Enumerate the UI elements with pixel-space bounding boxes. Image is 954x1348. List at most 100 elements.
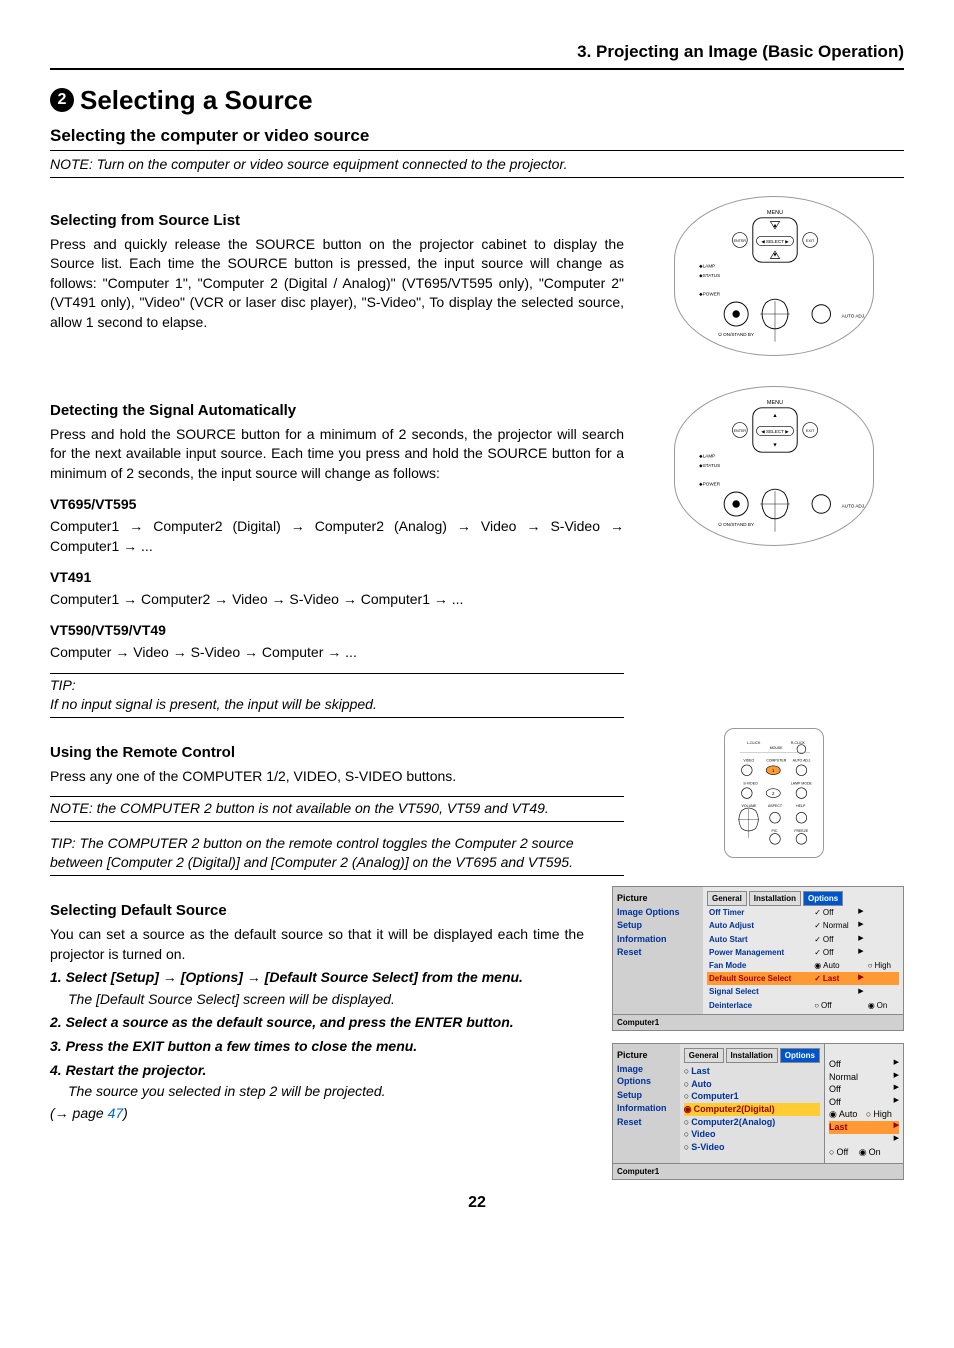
tab-options[interactable]: Options (803, 891, 843, 906)
opt-c2a[interactable]: Computer2(Analog) (684, 1116, 820, 1129)
svg-text:R-CLICK: R-CLICK (791, 741, 806, 745)
main-title: 2 Selecting a Source (50, 82, 904, 118)
auto-detect-heading: Detecting the Signal Automatically (50, 400, 624, 421)
svg-text:EXIT: EXIT (806, 238, 815, 242)
svg-text:▼: ▼ (772, 442, 778, 448)
svg-text:L-CLICK: L-CLICK (747, 741, 761, 745)
menu-footer-2: Computer1 (613, 1163, 903, 1179)
section-number-badge: 2 (50, 88, 74, 112)
model-vt491-heading: VT491 (50, 568, 624, 588)
svg-text:◆POWER: ◆POWER (699, 481, 721, 486)
step-3: 3. Press the EXIT button a few times to … (50, 1037, 584, 1057)
opt-svideo[interactable]: S-Video (684, 1141, 820, 1154)
svg-text:AUTO ADJ.: AUTO ADJ. (842, 313, 866, 318)
step-2: 2. Select a source as the default source… (50, 1013, 584, 1033)
step-1-desc: The [Default Source Select] screen will … (68, 990, 584, 1010)
nav-setup-2[interactable]: Setup (617, 1089, 676, 1102)
svg-text:LAMP MODE: LAMP MODE (791, 781, 813, 785)
tip-text: If no input signal is present, the input… (50, 695, 624, 715)
svg-text:COMPUTER: COMPUTER (766, 758, 787, 762)
svg-text:◆POWER: ◆POWER (699, 291, 721, 296)
svg-text:ENTER: ENTER (734, 238, 747, 242)
main-title-text: Selecting a Source (80, 82, 313, 118)
source-list-body: Press and quickly release the SOURCE but… (50, 235, 624, 333)
nav-reset[interactable]: Reset (617, 946, 699, 959)
nav-setup[interactable]: Setup (617, 919, 699, 932)
options-table: Off TimerOff Auto AdjustNormal Auto Star… (707, 906, 899, 1012)
remote-body: Press any one of the COMPUTER 1/2, VIDEO… (50, 767, 624, 787)
subsection-heading: Selecting the computer or video source (50, 124, 904, 151)
default-source-heading: Selecting Default Source (50, 900, 584, 921)
svg-text:MENU: MENU (767, 400, 783, 406)
svg-text:S-VIDEO: S-VIDEO (743, 781, 758, 785)
svg-text:MOUSE: MOUSE (770, 746, 784, 750)
opt-last[interactable]: Last (684, 1065, 820, 1078)
svg-text:AUTO ADJ.: AUTO ADJ. (842, 503, 866, 508)
svg-text:ENTER: ENTER (734, 428, 747, 432)
tip-box-1: TIP: If no input signal is present, the … (50, 673, 624, 718)
menu-footer: Computer1 (613, 1014, 903, 1030)
menu-nav: Picture Image Options Setup Information … (613, 887, 703, 1014)
svg-text:◆LAMP: ◆LAMP (699, 263, 715, 268)
opt-video[interactable]: Video (684, 1128, 820, 1141)
svg-text:PIC.: PIC. (771, 829, 778, 833)
menu-nav-2: Picture Image Options Setup Information … (613, 1044, 680, 1163)
page-number: 22 (50, 1192, 904, 1214)
menu-tabs: General Installation Options (707, 889, 899, 906)
nav-picture[interactable]: Picture (617, 892, 699, 905)
tab-installation[interactable]: Installation (749, 891, 801, 906)
svg-text:AUTO ADJ.: AUTO ADJ. (793, 758, 811, 762)
svg-text:HELP: HELP (796, 804, 806, 808)
svg-text:FREEZE: FREEZE (794, 829, 809, 833)
svg-text:◀ SELECT ▶: ◀ SELECT ▶ (761, 238, 789, 243)
opt-c2d[interactable]: Computer2(Digital) (684, 1103, 820, 1116)
opt-auto[interactable]: Auto (684, 1078, 820, 1091)
source-list-heading: Selecting from Source List (50, 210, 624, 231)
label-menu: MENU (767, 210, 783, 216)
remote-control-diagram: L-CLICK R-CLICK MOUSE VIDEO COMPUTER AUT… (724, 728, 824, 858)
remote-heading: Using the Remote Control (50, 742, 624, 763)
projector-panel-diagram-1: MENU ◀ SELECT ▶ ▲ ▼ ENTER EXIT ◆LAMP ◆ST… (674, 196, 874, 356)
nav-image-options-2[interactable]: Image Options (617, 1063, 676, 1088)
svg-text:EXIT: EXIT (806, 428, 815, 432)
projector-panel-diagram-2: MENU ◀ SELECT ▶ ▲ ▼ ENTER EXIT ◆LAMP ◆ST… (674, 386, 874, 546)
svg-text:▼: ▼ (772, 252, 778, 258)
menu-screenshot-default-source: Picture Image Options Setup Information … (612, 1043, 904, 1180)
default-source-intro: You can set a source as the default sour… (50, 925, 584, 964)
svg-text:◆STATUS: ◆STATUS (699, 273, 720, 278)
menu-screenshot-options: Picture Image Options Setup Information … (612, 886, 904, 1031)
svg-text:⏻ ON/STAND BY: ⏻ ON/STAND BY (718, 332, 754, 337)
svg-text:ASPECT: ASPECT (768, 804, 783, 808)
svg-text:VOLUME: VOLUME (742, 804, 758, 808)
remote-note: NOTE: the COMPUTER 2 button is not avail… (50, 796, 624, 822)
nav-picture-2[interactable]: Picture (617, 1049, 676, 1062)
svg-text:VIDEO: VIDEO (743, 758, 754, 762)
svg-text:2: 2 (772, 791, 775, 796)
auto-detect-body: Press and hold the SOURCE button for a m… (50, 425, 624, 484)
step-4: 4. Restart the projector. (50, 1061, 584, 1081)
nav-information-2[interactable]: Information (617, 1102, 676, 1115)
step-1: 1. Select [Setup] → [Options] → [Default… (50, 968, 584, 988)
svg-text:◆STATUS: ◆STATUS (699, 463, 720, 468)
tab-general[interactable]: General (707, 891, 747, 906)
note-text: NOTE: Turn on the computer or video sour… (50, 155, 904, 178)
remote-tip: TIP: The COMPUTER 2 button on the remote… (50, 832, 624, 876)
svg-text:⏻ ON/STAND BY: ⏻ ON/STAND BY (718, 522, 754, 527)
nav-information[interactable]: Information (617, 933, 699, 946)
tip-label: TIP: (50, 676, 624, 696)
page-ref: (→ page 47) (50, 1104, 584, 1124)
opt-c1[interactable]: Computer1 (684, 1090, 820, 1103)
model-vt590-seq: Computer → Video → S-Video → Computer → … (50, 643, 624, 663)
svg-text:▲: ▲ (772, 223, 778, 229)
svg-text:◆LAMP: ◆LAMP (699, 453, 715, 458)
model-vt590-heading: VT590/VT59/VT49 (50, 621, 624, 641)
svg-text:▲: ▲ (772, 413, 778, 419)
chapter-header: 3. Projecting an Image (Basic Operation) (50, 40, 904, 70)
model-vt695-seq: Computer1 → Computer2 (Digital) → Comput… (50, 517, 624, 556)
svg-text:◀ SELECT ▶: ◀ SELECT ▶ (761, 428, 789, 433)
model-vt491-seq: Computer1 → Computer2 → Video → S-Video … (50, 590, 624, 610)
nav-image-options[interactable]: Image Options (617, 906, 699, 919)
nav-reset-2[interactable]: Reset (617, 1116, 676, 1129)
model-vt695-heading: VT695/VT595 (50, 495, 624, 515)
step-4-desc: The source you selected in step 2 will b… (68, 1082, 584, 1102)
